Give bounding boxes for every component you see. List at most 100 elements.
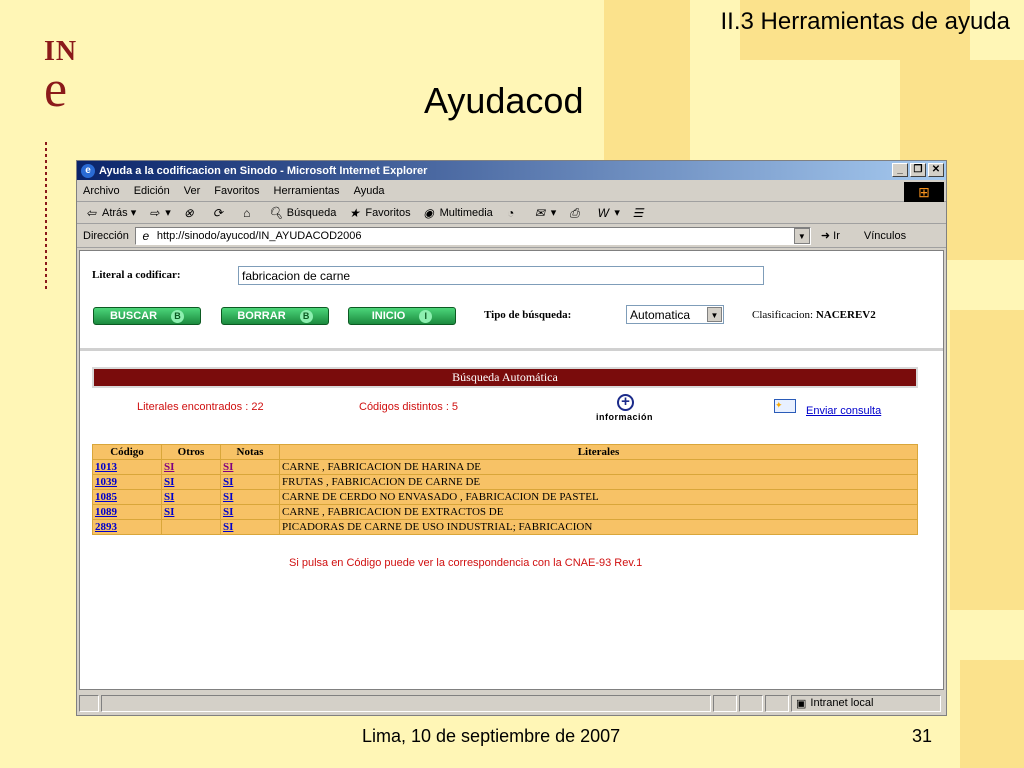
- buscar-label: BUSCAR: [109, 310, 158, 322]
- table-row: 2893 SI PICADORAS DE CARNE DE USO INDUST…: [93, 520, 917, 534]
- codigo-link[interactable]: 1039: [95, 476, 117, 488]
- otros-link[interactable]: SI: [164, 461, 174, 473]
- back-button[interactable]: ⇦ Atrás ▾: [83, 206, 136, 220]
- address-url: http://sinodo/ayucod/IN_AYUDACOD2006: [156, 229, 362, 242]
- history-icon: ◔: [507, 205, 515, 220]
- menu-edicion[interactable]: Edición: [134, 185, 170, 197]
- menu-bar: Archivo Edición Ver Favoritos Herramient…: [77, 180, 946, 202]
- links-button[interactable]: Vínculos: [864, 230, 906, 242]
- address-input[interactable]: e http://sinodo/ayucod/IN_AYUDACOD2006 ▼: [134, 226, 811, 245]
- inicio-button[interactable]: INICIO I: [348, 307, 456, 325]
- borrar-button[interactable]: BORRAR B: [221, 307, 329, 325]
- enviar-consulta-link[interactable]: Enviar consulta: [806, 405, 881, 417]
- search-form: Literal a codificar: fabricacion de carn…: [80, 251, 943, 351]
- codigos-count: Códigos distintos : 5: [359, 401, 459, 413]
- menu-ver[interactable]: Ver: [184, 185, 201, 197]
- tipo-busqueda-select[interactable]: Automatica ▼: [626, 305, 724, 324]
- literal-cell: CARNE , FABRICACION DE EXTRACTOS DE: [280, 505, 917, 519]
- column-header-otros: Otros: [162, 445, 220, 459]
- window-title: Ayuda a la codificacion en Sinodo - Micr…: [99, 164, 428, 177]
- forward-button[interactable]: ⇨ ▾: [146, 206, 171, 220]
- notas-link[interactable]: SI: [223, 506, 233, 518]
- page-icon: e: [142, 228, 150, 243]
- refresh-button[interactable]: ⟳: [210, 206, 229, 220]
- literales-count: Literales encontrados : 22: [137, 401, 264, 413]
- otros-link[interactable]: SI: [164, 491, 174, 503]
- tipo-busqueda-value: Automatica: [630, 307, 691, 322]
- clasificacion-value: NACEREV2: [815, 309, 876, 321]
- refresh-icon: ⟳: [212, 205, 223, 220]
- search-button[interactable]: 🔍︎ Búsqueda: [268, 206, 336, 220]
- forward-arrow-icon: ⇨: [149, 205, 160, 220]
- intranet-icon: ▣: [796, 697, 807, 710]
- notas-link[interactable]: SI: [223, 521, 233, 533]
- window-titlebar[interactable]: e Ayuda a la codificacion en Sinodo - Mi…: [77, 161, 946, 180]
- column-header-codigo: Código: [93, 445, 161, 459]
- codigo-link[interactable]: 1085: [95, 491, 117, 503]
- print-icon: ⎙: [569, 205, 580, 220]
- codigo-link[interactable]: 1089: [95, 506, 117, 518]
- codigo-link[interactable]: 2893: [95, 521, 117, 533]
- menu-favoritos[interactable]: Favoritos: [214, 185, 259, 197]
- menu-archivo[interactable]: Archivo: [83, 185, 120, 197]
- info-label[interactable]: información: [596, 412, 653, 422]
- home-icon: ⌂: [243, 205, 251, 220]
- clasificacion-label-text: Clasificacion:: [752, 309, 814, 321]
- multimedia-button[interactable]: ◉ Multimedia: [421, 206, 492, 220]
- info-plus-icon[interactable]: +: [617, 394, 634, 411]
- otros-link[interactable]: SI: [164, 476, 174, 488]
- chevron-down-icon[interactable]: ▼: [793, 227, 810, 244]
- borrar-key-icon: B: [299, 309, 313, 323]
- browser-window: e Ayuda a la codificacion en Sinodo - Mi…: [76, 160, 947, 716]
- table-row: 1013 SI SI CARNE , FABRICACION DE HARINA…: [93, 460, 917, 474]
- notas-link[interactable]: SI: [223, 491, 233, 503]
- otros-link[interactable]: SI: [164, 506, 174, 518]
- tipo-busqueda-label: Tipo de búsqueda:: [484, 309, 572, 321]
- buscar-button[interactable]: BUSCAR B: [93, 307, 201, 325]
- favorites-button[interactable]: ★ Favoritos: [346, 206, 411, 220]
- menu-herramientas[interactable]: Herramientas: [274, 185, 340, 197]
- go-button[interactable]: ➜ Ir: [821, 229, 840, 242]
- discuss-button[interactable]: ☰: [630, 206, 649, 220]
- table-row: 1039 SI SI FRUTAS , FABRICACION DE CARNE…: [93, 475, 917, 489]
- mail-button[interactable]: ✉ ▾: [532, 206, 557, 220]
- status-text: [101, 694, 711, 712]
- notas-link[interactable]: SI: [223, 461, 233, 473]
- discuss-icon: ☰: [632, 205, 644, 220]
- history-button[interactable]: ◔: [503, 206, 522, 220]
- page-content: Literal a codificar: fabricacion de carn…: [79, 250, 944, 690]
- logo-e-text: e: [44, 61, 68, 118]
- word-icon: W: [597, 205, 609, 220]
- borrar-label: BORRAR: [237, 310, 286, 322]
- notas-link[interactable]: SI: [223, 476, 233, 488]
- hint-text: Si pulsa en Código puede ver la correspo…: [289, 557, 643, 569]
- column-header-notas: Notas: [221, 445, 279, 459]
- back-arrow-icon: ⇦: [85, 205, 97, 220]
- slide: IN e II.3 Herramientas de ayuda Ayudacod…: [0, 0, 1024, 768]
- windows-logo-icon: ⊞: [904, 182, 944, 202]
- minimize-button[interactable]: _: [892, 163, 908, 177]
- page-status-icon: [79, 694, 99, 712]
- restore-button[interactable]: ❐: [910, 163, 926, 177]
- edit-button[interactable]: W ▾: [595, 206, 620, 220]
- envelope-icon[interactable]: ✦: [774, 399, 796, 413]
- stop-button[interactable]: ⊗: [181, 206, 200, 220]
- page-number: 31: [912, 726, 933, 746]
- status-cell: [765, 694, 789, 712]
- literal-cell: FRUTAS , FABRICACION DE CARNE DE: [280, 475, 917, 489]
- watermark-shape: [950, 310, 1024, 610]
- menu-ayuda[interactable]: Ayuda: [354, 185, 385, 197]
- close-button[interactable]: ✕: [928, 163, 944, 177]
- literal-label: Literal a codificar:: [92, 269, 181, 281]
- ie-icon: e: [81, 163, 95, 178]
- home-button[interactable]: ⌂: [239, 206, 258, 220]
- table-header-row: Código Otros Notas Literales: [93, 445, 917, 459]
- slide-header: II.3 Herramientas de ayuda: [720, 8, 1011, 35]
- print-button[interactable]: ⎙: [566, 206, 585, 220]
- chevron-down-icon[interactable]: ▼: [707, 307, 722, 322]
- slide-title: Ayudacod: [424, 80, 584, 121]
- literal-input[interactable]: fabricacion de carne: [238, 266, 764, 285]
- codigo-link[interactable]: 1013: [95, 461, 117, 473]
- address-label: Dirección: [83, 229, 129, 242]
- table-row: 1085 SI SI CARNE DE CERDO NO ENVASADO , …: [93, 490, 917, 504]
